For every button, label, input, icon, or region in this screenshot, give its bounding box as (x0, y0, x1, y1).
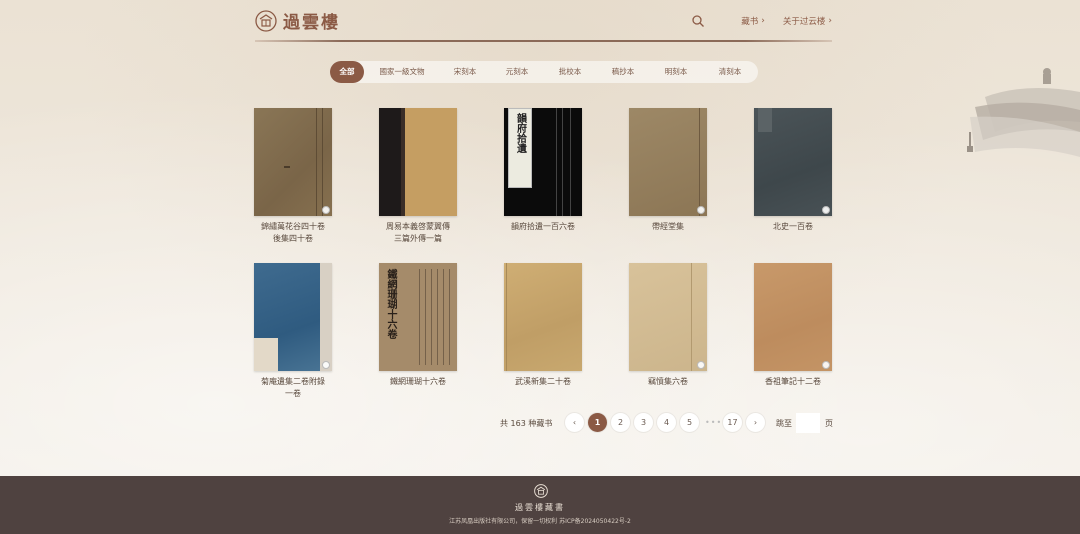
nav-item-collection[interactable]: 藏书 › (741, 15, 765, 27)
jump-label: 跳至 (776, 419, 792, 428)
book-card[interactable]: 香祖筆記十二卷 (754, 263, 832, 388)
book-card[interactable]: 韻府拾遺 韻府拾遺一百六卷 (504, 108, 582, 233)
page-button-2[interactable]: 2 (611, 413, 630, 432)
book-card[interactable]: 周易本義啓蒙翼傳 三篇外傳一篇 (379, 108, 457, 245)
header-divider (255, 40, 832, 42)
page-button-3[interactable]: 3 (634, 413, 653, 432)
book-cover[interactable] (379, 108, 457, 216)
view-badge-icon (322, 206, 330, 214)
nav-item-about[interactable]: 关于过云楼 › (783, 15, 832, 27)
book-cover[interactable] (254, 263, 332, 371)
chevron-right-icon: › (761, 16, 765, 26)
book-title: 錦繡萬花谷四十卷 後集四十卷 (261, 222, 325, 243)
book-cover[interactable] (629, 263, 707, 371)
view-badge-icon (697, 361, 705, 369)
book-card[interactable]: 武溪新集二十卷 (504, 263, 582, 388)
tab-national-relics[interactable]: 國家一級文物 (364, 61, 440, 83)
site-header: 過雲樓 藏书 › 关于过云楼 › (255, 8, 832, 42)
page-ellipsis: ••• (705, 418, 723, 427)
book-title: 鐵網珊瑚十六卷 (390, 377, 446, 386)
footer-emblem-icon (534, 484, 548, 498)
book-cover[interactable] (254, 108, 332, 216)
page-button-4[interactable]: 4 (657, 413, 676, 432)
tab-ming-edition[interactable]: 明刻本 (650, 61, 702, 83)
site-footer: 過雲樓藏書 江苏凤凰出版社有限公司，保留一切权利 苏ICP备2024050422… (0, 476, 1080, 534)
book-cover[interactable]: 韻府拾遺 (504, 108, 582, 216)
tab-annotated[interactable]: 批校本 (544, 61, 596, 83)
footer-copyright: 江苏凤凰出版社有限公司，保留一切权利 苏ICP备2024050422号-2 (449, 518, 631, 525)
book-card[interactable]: 錦繡萬花谷四十卷 後集四十卷 (254, 108, 332, 245)
book-cover[interactable] (754, 108, 832, 216)
roof-eave-decoration (967, 68, 1080, 157)
book-card[interactable]: 北史一百卷 (754, 108, 832, 233)
tab-all[interactable]: 全部 (330, 61, 364, 83)
logo-emblem-icon (255, 9, 277, 32)
pagination: 共 163 种藏书 ‹ 1 2 3 4 5 ••• 17 › 跳至 页 (500, 413, 835, 433)
view-badge-icon (322, 361, 330, 369)
page-button-last[interactable]: 17 (723, 413, 742, 432)
page-button-1[interactable]: 1 (588, 413, 607, 432)
view-badge-icon (822, 206, 830, 214)
tab-yuan-edition[interactable]: 元刻本 (490, 61, 544, 83)
page-unit-label: 页 (825, 419, 833, 428)
tab-song-edition[interactable]: 宋刻本 (440, 61, 490, 83)
top-nav: 藏书 › 关于过云楼 › (691, 14, 832, 28)
book-card[interactable]: 菊庵遺集二卷附錄 一卷 (254, 263, 332, 400)
category-tabs: 全部 國家一級文物 宋刻本 元刻本 批校本 稿抄本 明刻本 清刻本 (330, 61, 758, 83)
site-logo[interactable]: 過雲樓 (255, 8, 340, 33)
cover-label-text: 鐵網珊瑚十六卷 (385, 269, 396, 339)
book-cover[interactable] (629, 108, 707, 216)
book-card[interactable]: 帶經堂集 (629, 108, 707, 233)
nav-item-label: 藏书 (741, 17, 759, 27)
book-title: 北史一百卷 (773, 222, 813, 231)
book-title: 帶經堂集 (652, 222, 684, 231)
book-cover[interactable] (504, 263, 582, 371)
book-cover[interactable]: 鐵網珊瑚十六卷 (379, 263, 457, 371)
cover-label-text: 韻府拾遺 (514, 113, 526, 153)
book-card[interactable]: 鐵網珊瑚十六卷 鐵網珊瑚十六卷 (379, 263, 457, 388)
nav-item-label: 关于过云楼 (782, 17, 826, 27)
view-badge-icon (822, 361, 830, 369)
search-icon[interactable] (691, 14, 705, 28)
book-title: 武溪新集二十卷 (515, 377, 571, 386)
book-title: 香祖筆記十二卷 (765, 377, 821, 386)
footer-name: 過雲樓藏書 (515, 503, 565, 512)
view-badge-icon (697, 206, 705, 214)
tab-qing-edition[interactable]: 清刻本 (702, 61, 758, 83)
tab-manuscript[interactable]: 稿抄本 (596, 61, 650, 83)
book-title: 周易本義啓蒙翼傳 三篇外傳一篇 (386, 222, 450, 243)
book-title: 菊庵遺集二卷附錄 一卷 (261, 377, 325, 398)
page-button-5[interactable]: 5 (680, 413, 699, 432)
total-count: 共 163 种藏书 (500, 419, 553, 428)
jump-page-input[interactable] (796, 413, 820, 433)
book-cover[interactable] (754, 263, 832, 371)
chevron-right-icon: › (828, 16, 832, 26)
book-card[interactable]: 竊憤集六卷 (629, 263, 707, 388)
book-title: 韻府拾遺一百六卷 (511, 222, 575, 231)
logo-text: 過雲樓 (283, 13, 340, 33)
next-page-button[interactable]: › (746, 413, 765, 432)
book-title: 竊憤集六卷 (648, 377, 688, 386)
prev-page-button[interactable]: ‹ (565, 413, 584, 432)
